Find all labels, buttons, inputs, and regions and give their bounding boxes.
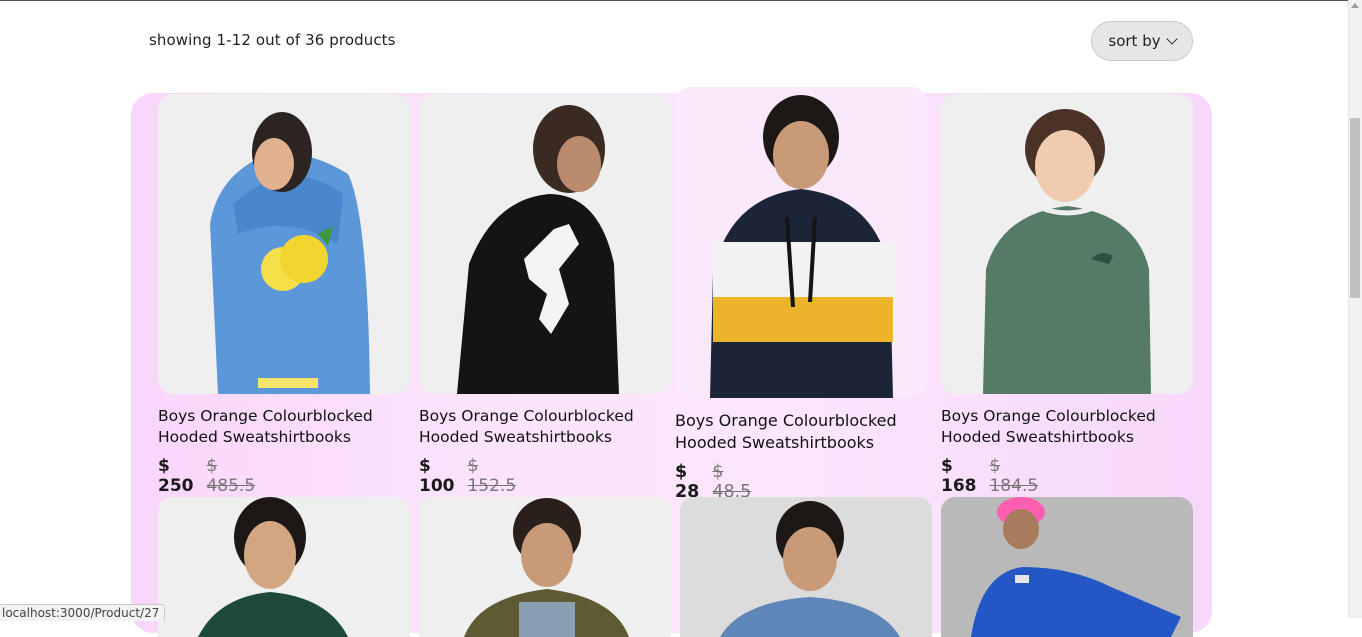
product-name[interactable]: Boys Orange Colourblocked Hooded Sweatsh… [675, 410, 920, 454]
product-old-price: $ 485.5 [206, 456, 256, 496]
chevron-down-icon [1165, 32, 1178, 45]
price-row: $ 250 $ 485.5 [158, 456, 255, 496]
product-image[interactable] [680, 497, 932, 637]
price-row: $ 168 $ 184.5 [941, 456, 1038, 496]
product-price: $ 100 [419, 456, 455, 496]
status-bar-url: localhost:3000/Product/27 [0, 604, 166, 621]
product-count-text: showing 1-12 out of 36 products [149, 31, 396, 49]
scroll-up-arrow-icon[interactable] [1351, 3, 1359, 8]
product-image[interactable] [158, 94, 410, 394]
product-image[interactable] [419, 497, 671, 637]
price-row: $ 28 $ 48.5 [675, 462, 751, 502]
sort-by-button[interactable]: sort by [1091, 21, 1193, 61]
product-old-price: $ 152.5 [467, 456, 517, 496]
product-image[interactable] [941, 497, 1193, 637]
product-name[interactable]: Boys Orange Colourblocked Hooded Sweatsh… [419, 406, 659, 448]
price-row: $ 100 $ 152.5 [419, 456, 516, 496]
product-old-price: $ 48.5 [712, 462, 752, 502]
product-name[interactable]: Boys Orange Colourblocked Hooded Sweatsh… [941, 406, 1181, 448]
product-name[interactable]: Boys Orange Colourblocked Hooded Sweatsh… [158, 406, 398, 448]
product-image[interactable] [158, 497, 410, 637]
product-grid: Boys Orange Colourblocked Hooded Sweatsh… [131, 87, 1212, 637]
product-image[interactable] [419, 94, 671, 394]
vertical-scrollbar[interactable] [1348, 0, 1362, 618]
top-border [0, 0, 1348, 1]
product-image[interactable] [941, 94, 1193, 394]
scrollbar-thumb[interactable] [1350, 118, 1360, 298]
sort-by-label: sort by [1108, 32, 1161, 50]
product-image[interactable] [675, 87, 927, 398]
product-price: $ 28 [675, 462, 700, 502]
product-price: $ 168 [941, 456, 977, 496]
product-old-price: $ 184.5 [989, 456, 1039, 496]
product-price: $ 250 [158, 456, 194, 496]
